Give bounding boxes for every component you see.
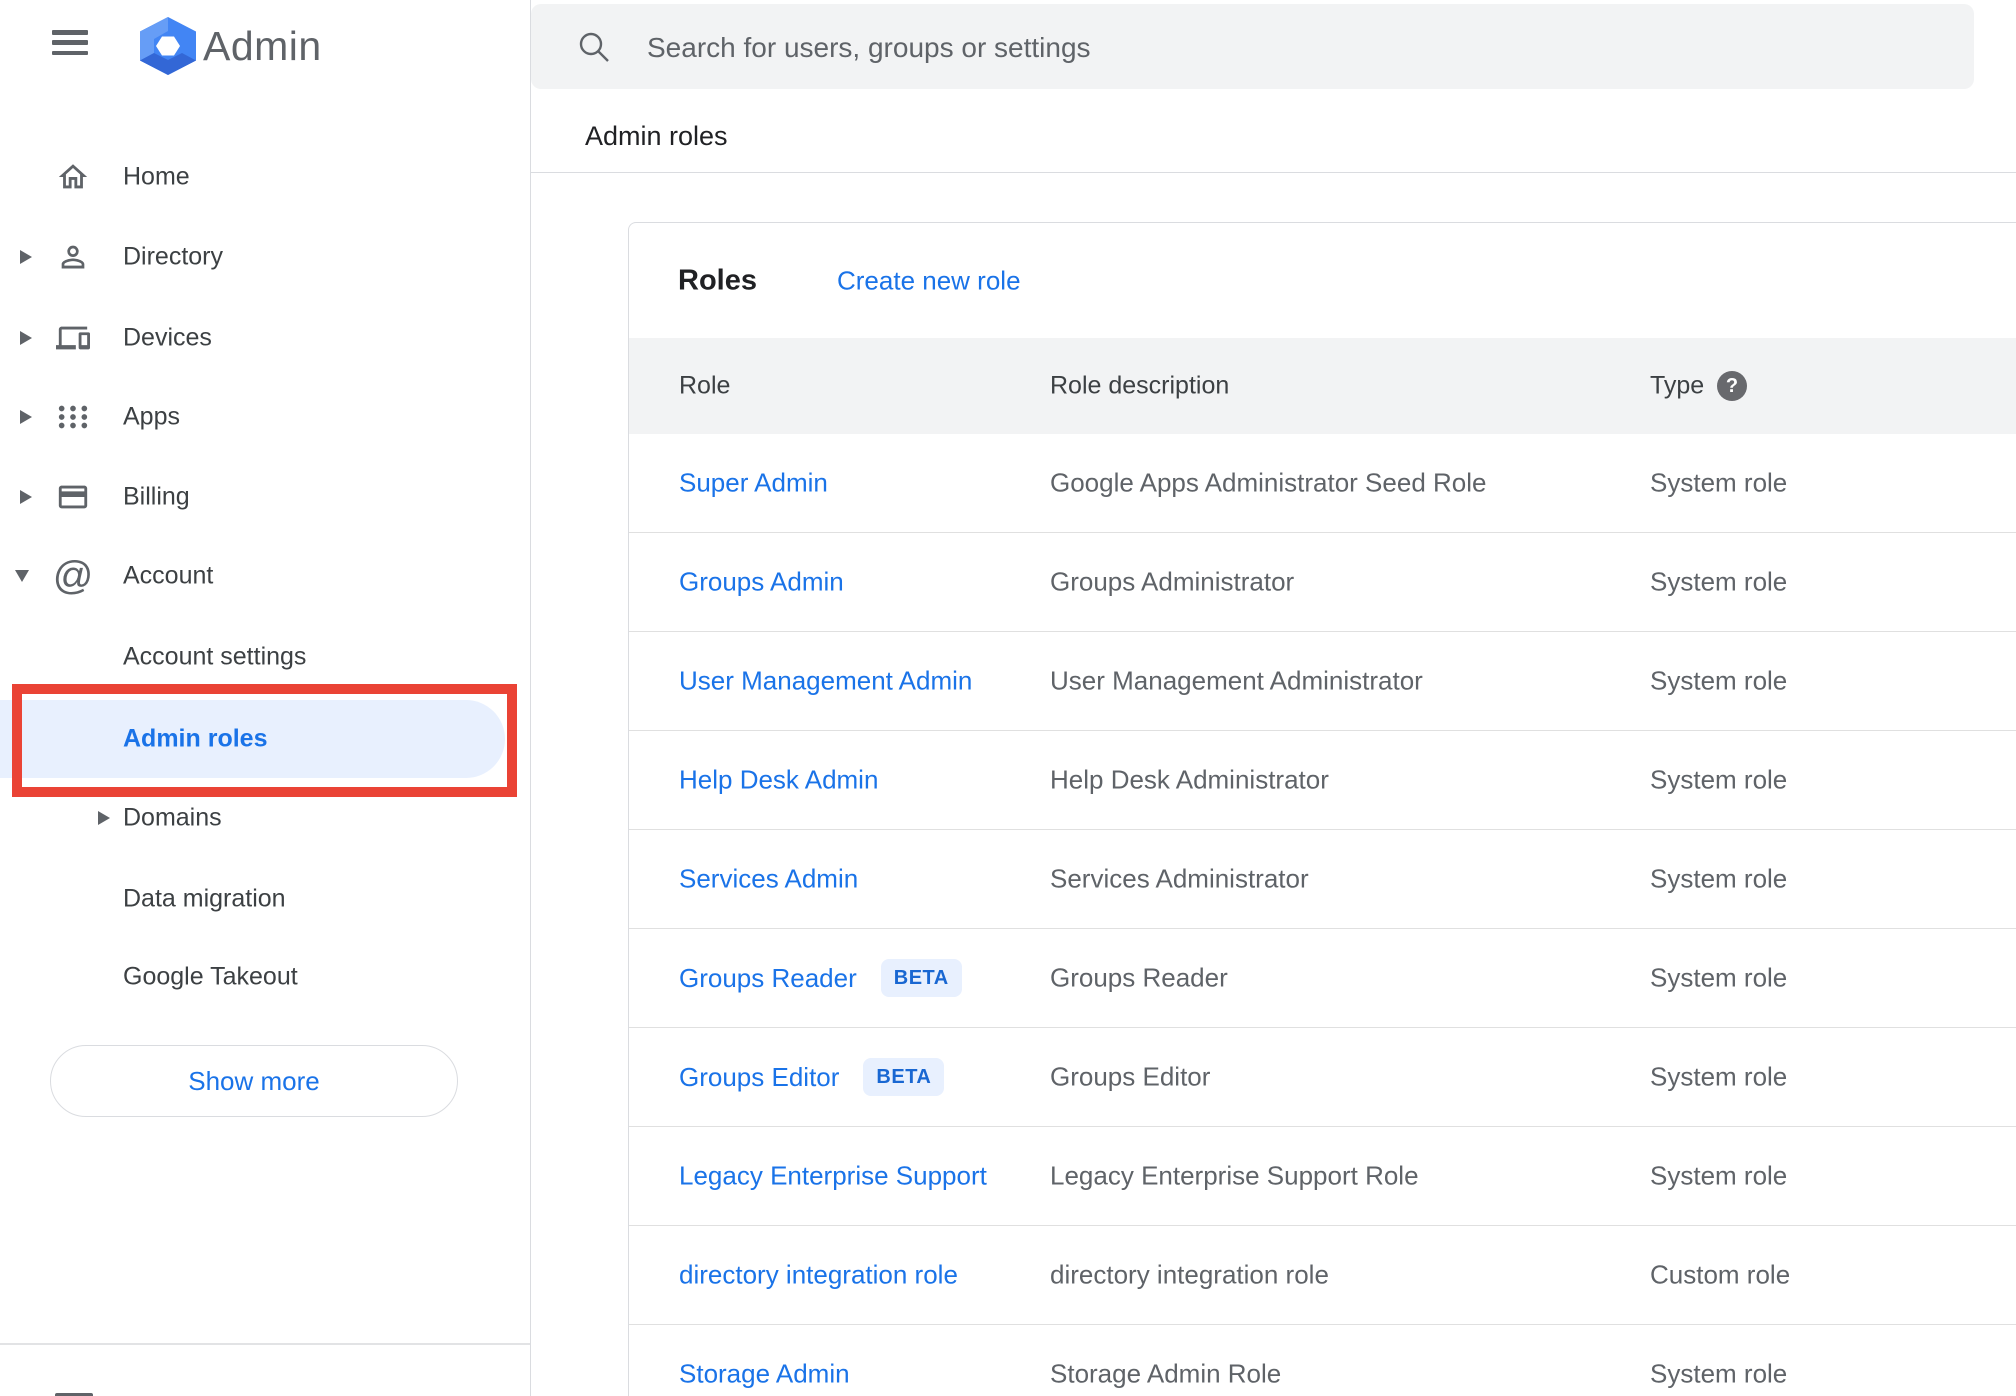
expand-arrow-icon[interactable] bbox=[20, 410, 32, 424]
sidebar-item-label: Billing bbox=[123, 482, 190, 511]
role-link[interactable]: Groups Admin bbox=[679, 567, 844, 598]
role-description: Google Apps Administrator Seed Role bbox=[1050, 467, 1487, 498]
role-description: Groups Administrator bbox=[1050, 566, 1295, 597]
sidebar-header: Admin bbox=[0, 0, 530, 95]
role-description: User Management Administrator bbox=[1050, 665, 1423, 696]
sidebar-item-label: Directory bbox=[123, 242, 224, 271]
role-description: Groups Reader bbox=[1050, 962, 1228, 993]
card-title: Roles bbox=[678, 264, 757, 296]
person-icon bbox=[54, 237, 92, 277]
role-type: System role bbox=[1650, 1358, 1788, 1389]
table-row: directory integration role directory inte… bbox=[629, 1226, 2016, 1325]
role-link[interactable]: User Management Admin bbox=[679, 666, 972, 697]
role-link[interactable]: Super Admin bbox=[679, 468, 828, 499]
table-row: Groups Editor BETA Groups Editor System rol… bbox=[629, 1028, 2016, 1127]
sidebar-item-billing[interactable]: Billing bbox=[0, 457, 530, 537]
expand-arrow-icon[interactable] bbox=[98, 811, 110, 825]
menu-icon[interactable] bbox=[52, 30, 88, 55]
role-description: Services Administrator bbox=[1050, 863, 1309, 894]
expand-arrow-icon[interactable] bbox=[20, 490, 32, 504]
role-type: System role bbox=[1650, 467, 1788, 498]
show-more-button[interactable]: Show more bbox=[50, 1045, 458, 1117]
sidebar-item-label: Admin roles bbox=[123, 724, 268, 753]
sidebar-content-divider bbox=[530, 0, 531, 1396]
table-row: Legacy Enterprise Support Legacy Enterpri… bbox=[629, 1127, 2016, 1226]
role-description: Storage Admin Role bbox=[1050, 1358, 1282, 1389]
role-description: Legacy Enterprise Support Role bbox=[1050, 1160, 1419, 1191]
search-input[interactable] bbox=[645, 4, 1929, 91]
search-bar[interactable] bbox=[531, 4, 1974, 91]
role-type: Custom role bbox=[1650, 1259, 1791, 1290]
table-header-row: Role Role description Type bbox=[629, 338, 2016, 434]
sidebar-item-label: Google Takeout bbox=[123, 962, 298, 991]
role-link[interactable]: Groups Editor bbox=[679, 1062, 839, 1093]
collapse-arrow-icon[interactable] bbox=[15, 570, 29, 582]
card-icon bbox=[54, 477, 92, 517]
sidebar-item-google-takeout[interactable]: Google Takeout bbox=[0, 937, 530, 1017]
devices-icon bbox=[54, 318, 92, 358]
roles-card: Roles Create new role Role Role descript… bbox=[628, 222, 2016, 1396]
role-link[interactable]: Help Desk Admin bbox=[679, 765, 878, 796]
table-row: Services Admin Services Administrator Syst… bbox=[629, 830, 2016, 929]
column-header-role: Role bbox=[679, 371, 731, 400]
table-row: Groups Admin Groups Administrator System r… bbox=[629, 533, 2016, 632]
sidebar-item-label: Home bbox=[123, 162, 190, 191]
sidebar-item-directory[interactable]: Directory bbox=[0, 217, 530, 297]
column-header-type: Type bbox=[1650, 371, 1705, 400]
sidebar-item-label: Account bbox=[123, 561, 214, 590]
sidebar-item-label: Data migration bbox=[123, 884, 286, 913]
breadcrumb: Admin roles bbox=[585, 121, 728, 151]
role-type: System role bbox=[1650, 665, 1788, 696]
role-link[interactable]: directory integration role bbox=[679, 1260, 958, 1291]
table-row: Groups Reader BETA Groups Reader System rol… bbox=[629, 929, 2016, 1028]
sidebar-item-data-migration[interactable]: Data migration bbox=[0, 859, 530, 939]
role-description: Groups Editor bbox=[1050, 1061, 1211, 1092]
role-link[interactable]: Groups Reader bbox=[679, 963, 857, 994]
sidebar-item-label: Domains bbox=[123, 803, 222, 832]
sidebar-item-admin-roles[interactable]: Admin roles bbox=[0, 699, 530, 779]
beta-badge: BETA bbox=[880, 959, 962, 997]
role-description: Help Desk Administrator bbox=[1050, 764, 1329, 795]
expand-arrow-icon[interactable] bbox=[20, 331, 32, 345]
sidebar-item-label: Devices bbox=[123, 323, 212, 352]
table-row: User Management Admin User Management Adm… bbox=[629, 632, 2016, 731]
help-icon[interactable] bbox=[1717, 371, 1747, 401]
role-type: System role bbox=[1650, 764, 1788, 795]
role-type: System role bbox=[1650, 1160, 1788, 1191]
table-row: Storage Admin Storage Admin Role System ro… bbox=[629, 1325, 2016, 1396]
sidebar-item-apps[interactable]: Apps bbox=[0, 377, 530, 457]
role-link[interactable]: Services Admin bbox=[679, 864, 858, 895]
sidebar-item-home[interactable]: Home bbox=[0, 137, 530, 217]
beta-badge: BETA bbox=[863, 1058, 945, 1096]
apps-icon bbox=[54, 397, 92, 437]
header-divider bbox=[531, 172, 2016, 173]
table-row: Super Admin Google Apps Administrator See… bbox=[629, 434, 2016, 533]
create-new-role-link[interactable]: Create new role bbox=[837, 265, 1021, 296]
sidebar-item-devices[interactable]: Devices bbox=[0, 298, 530, 378]
role-link[interactable]: Storage Admin bbox=[679, 1359, 850, 1390]
role-type: System role bbox=[1650, 566, 1788, 597]
sidebar-item-account-settings[interactable]: Account settings bbox=[0, 617, 530, 697]
roles-card-header: Roles Create new role bbox=[629, 223, 2016, 338]
at-icon: @ bbox=[52, 554, 94, 598]
home-icon bbox=[54, 157, 92, 197]
role-description: directory integration role bbox=[1050, 1259, 1329, 1290]
role-type: System role bbox=[1650, 962, 1788, 993]
sidebar-item-domains[interactable]: Domains bbox=[0, 778, 530, 858]
role-link[interactable]: Legacy Enterprise Support bbox=[679, 1161, 987, 1192]
product-title: Admin bbox=[203, 23, 322, 69]
table-row: Help Desk Admin Help Desk Administrator Sy… bbox=[629, 731, 2016, 830]
sidebar-bottom-divider bbox=[0, 1343, 530, 1345]
role-type: System role bbox=[1650, 1061, 1788, 1092]
admin-console-page: Admin Home Directory Devices Apps Billing @ Ac… bbox=[0, 0, 2016, 1396]
sidebar-item-label: Apps bbox=[123, 402, 180, 431]
table-body: Super Admin Google Apps Administrator See… bbox=[629, 434, 2016, 1396]
sidebar-item-label: Account settings bbox=[123, 642, 307, 671]
role-type: System role bbox=[1650, 863, 1788, 894]
admin-logo-icon[interactable] bbox=[140, 17, 196, 75]
expand-arrow-icon[interactable] bbox=[20, 250, 32, 264]
column-header-role-description: Role description bbox=[1050, 371, 1230, 400]
sidebar-item-account[interactable]: @ Account bbox=[0, 536, 530, 616]
search-icon bbox=[576, 29, 611, 64]
